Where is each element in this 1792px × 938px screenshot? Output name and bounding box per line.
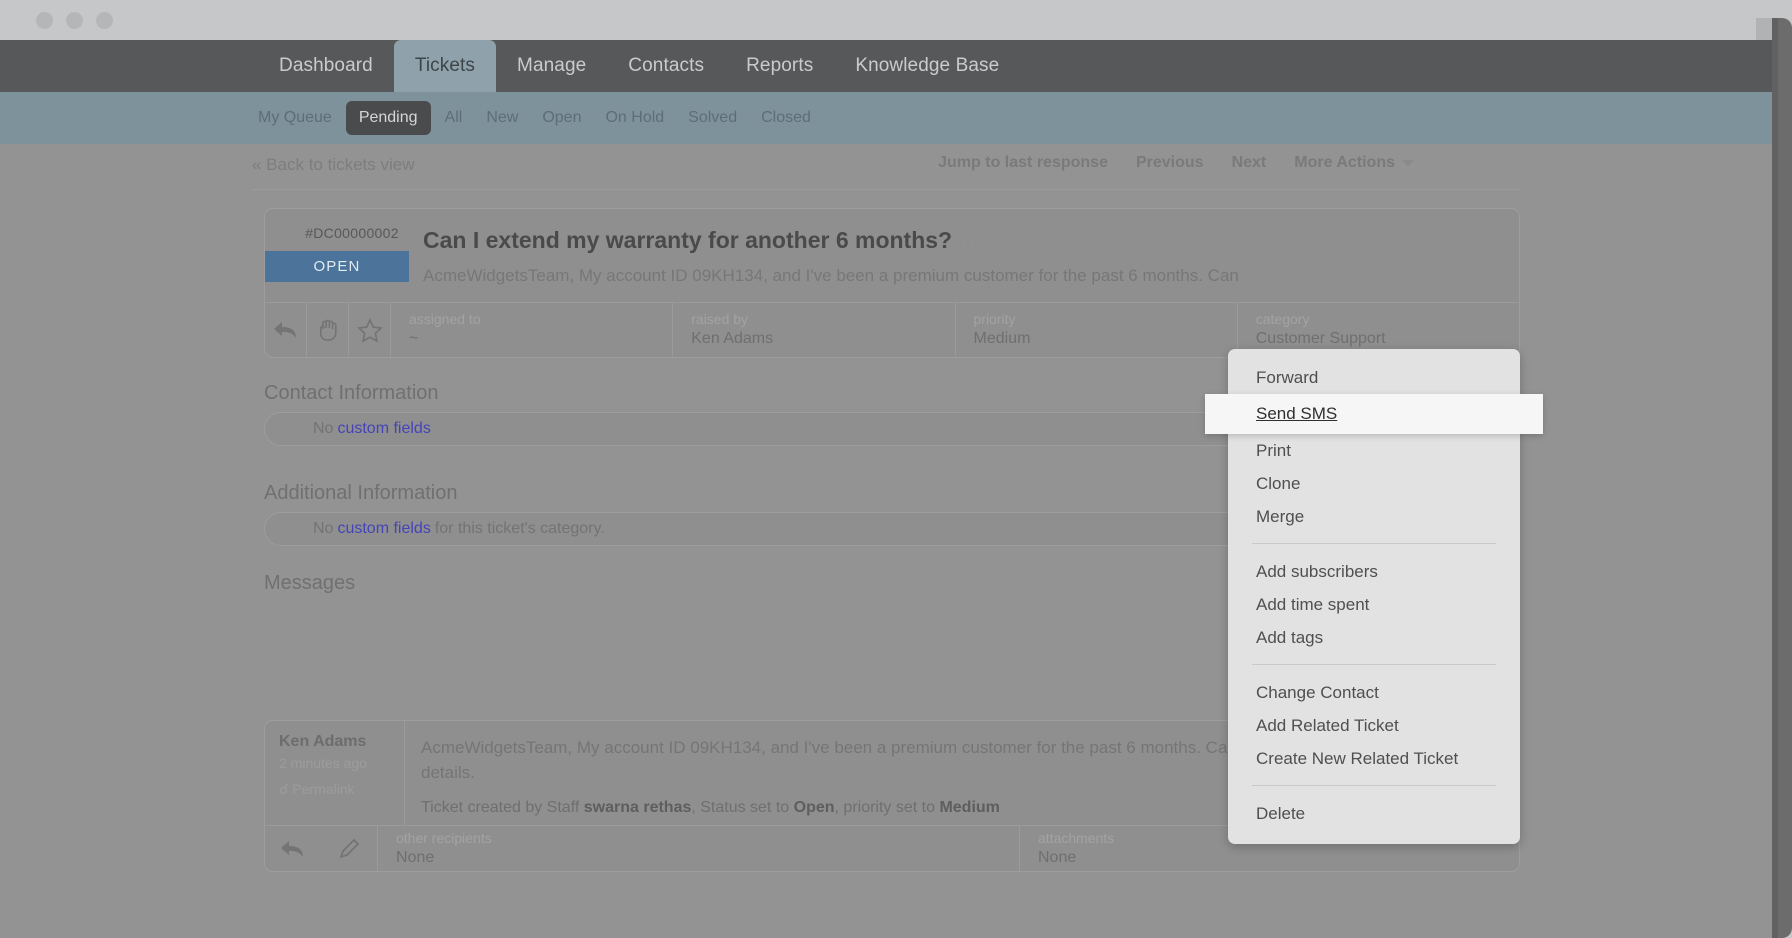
message-timestamp: 2 minutes ago [279, 755, 367, 771]
additional-empty-prefix: No [313, 520, 334, 537]
menu-item-send-sms[interactable]: Send SMS [1205, 394, 1543, 434]
menu-item-send-sms-label: Send SMS [1256, 404, 1338, 423]
previous-ticket-link[interactable]: Previous [1136, 154, 1204, 172]
more-actions-label: More Actions [1294, 154, 1395, 171]
filter-my-queue[interactable]: My Queue [248, 101, 342, 135]
system-mid2: , priority set to [834, 799, 940, 816]
message-permalink-link[interactable]: ☌ Permalink [279, 781, 404, 798]
message-edit-pencil-icon[interactable] [321, 826, 377, 871]
menu-item-merge[interactable]: Merge [1228, 500, 1520, 533]
ticket-detail-content: « Back to tickets view Jump to last resp… [0, 144, 1772, 938]
meta-category-label: category [1255, 311, 1310, 327]
nav-item-reports[interactable]: Reports [725, 40, 834, 92]
contact-custom-fields-link[interactable]: custom fields [337, 420, 430, 438]
other-recipients-label: other recipients [396, 830, 492, 846]
meta-raised-by-label: raised by [691, 311, 749, 327]
ticket-subject-text: Can I extend my warranty for another 6 m… [423, 227, 953, 253]
page-viewport: Dashboard Tickets Manage Contacts Report… [0, 40, 1772, 938]
meta-priority: priority Medium [956, 303, 1238, 357]
nav-item-contacts[interactable]: Contacts [607, 40, 725, 92]
main-navigation: Dashboard Tickets Manage Contacts Report… [0, 40, 1772, 92]
minimize-dot-icon[interactable] [66, 12, 83, 29]
menu-item-create-new-related-ticket[interactable]: Create New Related Ticket [1228, 742, 1520, 775]
ticket-excerpt: AcmeWidgetsTeam, My account ID 09KH134, … [423, 266, 1239, 285]
contact-information-title: Contact Information [264, 382, 439, 404]
app-root: Dashboard Tickets Manage Contacts Report… [0, 0, 1792, 938]
grab-hand-icon[interactable] [307, 303, 349, 357]
system-priority-value: Medium [939, 799, 1000, 816]
menu-item-delete[interactable]: Delete [1228, 797, 1520, 830]
menu-item-add-subscribers[interactable]: Add subscribers [1228, 555, 1520, 588]
menu-item-forward[interactable]: Forward [1228, 361, 1520, 394]
chevron-down-icon [1402, 159, 1414, 166]
nav-item-manage[interactable]: Manage [496, 40, 607, 92]
menu-item-print[interactable]: Print [1228, 434, 1520, 467]
other-recipients-value: None [396, 849, 435, 866]
meta-assigned-to: assigned to ~ [391, 303, 674, 357]
more-actions-dropdown: Forward Send SMS Print Clone Merge Add s… [1205, 349, 1543, 844]
window-title-bar [14, 0, 1772, 40]
close-dot-icon[interactable] [36, 12, 53, 29]
next-ticket-link[interactable]: Next [1232, 154, 1267, 172]
system-status-value: Open [793, 799, 835, 816]
meta-raised-by: raised by Ken Adams [673, 303, 956, 357]
ticket-filter-navigation: My Queue Pending All New Open On Hold So… [0, 92, 1772, 144]
menu-separator-1 [1252, 543, 1496, 544]
filter-all[interactable]: All [435, 101, 473, 135]
other-recipients-cell: other recipients None [378, 826, 1019, 871]
menu-item-clone[interactable]: Clone [1228, 467, 1520, 500]
contact-empty-prefix: No [313, 420, 334, 437]
meta-raised-by-value: Ken Adams [691, 330, 774, 347]
ticket-status-badge[interactable]: OPEN [265, 251, 409, 282]
ticket-id: #DC00000002 [305, 225, 399, 241]
nav-item-tickets[interactable]: Tickets [393, 40, 497, 92]
filter-closed[interactable]: Closed [751, 101, 821, 135]
system-prefix: Ticket created by Staff [421, 799, 584, 816]
additional-information-title: Additional Information [264, 482, 458, 504]
window-controls [36, 12, 113, 29]
filter-pending[interactable]: Pending [345, 101, 431, 135]
more-actions-button[interactable]: More Actions [1294, 154, 1414, 172]
message-permalink-label: Permalink [292, 781, 355, 797]
menu-separator-2 [1252, 664, 1496, 665]
filter-solved[interactable]: Solved [678, 101, 747, 135]
menu-item-add-tags[interactable]: Add tags [1228, 621, 1520, 654]
back-to-tickets-link[interactable]: « Back to tickets view [252, 155, 415, 175]
meta-category-value: Customer Support [1255, 330, 1386, 347]
ticket-toolbar: « Back to tickets view Jump to last resp… [0, 144, 1772, 186]
menu-separator-3 [1252, 785, 1496, 786]
attachments-value: None [1038, 849, 1077, 866]
menu-item-send-sms-slot: Send SMS [1205, 394, 1543, 434]
system-staff-name: swarna rethas [583, 799, 692, 816]
meta-assigned-to-value: ~ [409, 330, 419, 347]
message-reply-icon[interactable] [265, 826, 321, 871]
filter-open[interactable]: Open [532, 101, 591, 135]
meta-priority-value: Medium [973, 330, 1031, 347]
message-author: Ken Adams [279, 733, 367, 750]
menu-item-change-contact[interactable]: Change Contact [1228, 676, 1520, 709]
menu-item-add-time-spent[interactable]: Add time spent [1228, 588, 1520, 621]
messages-title: Messages [264, 572, 356, 594]
ticket-message-count: (1) [958, 235, 977, 252]
jump-to-last-response-link[interactable]: Jump to last response [938, 154, 1108, 172]
menu-item-add-related-ticket[interactable]: Add Related Ticket [1228, 709, 1520, 742]
maximize-dot-icon[interactable] [96, 12, 113, 29]
additional-custom-fields-link[interactable]: custom fields [337, 520, 430, 538]
meta-assigned-to-label: assigned to [409, 311, 481, 327]
toolbar-divider [252, 189, 1520, 190]
meta-priority-label: priority [973, 311, 1016, 327]
reply-icon[interactable] [265, 303, 307, 357]
ticket-header-card: #DC00000002 OPEN Can I extend my warrant… [264, 208, 1520, 358]
message-author-block: Ken Adams 2 minutes ago ☌ Permalink [265, 721, 405, 825]
nav-item-knowledge-base[interactable]: Knowledge Base [834, 40, 1020, 92]
ticket-subject: Can I extend my warranty for another 6 m… [423, 227, 976, 254]
filter-on-hold[interactable]: On Hold [595, 101, 674, 135]
nav-item-dashboard[interactable]: Dashboard [258, 40, 394, 92]
additional-empty-suffix: for this ticket's category. [434, 520, 605, 537]
star-icon[interactable] [349, 303, 391, 357]
filter-new[interactable]: New [476, 101, 528, 135]
system-mid: , Status set to [691, 799, 794, 816]
